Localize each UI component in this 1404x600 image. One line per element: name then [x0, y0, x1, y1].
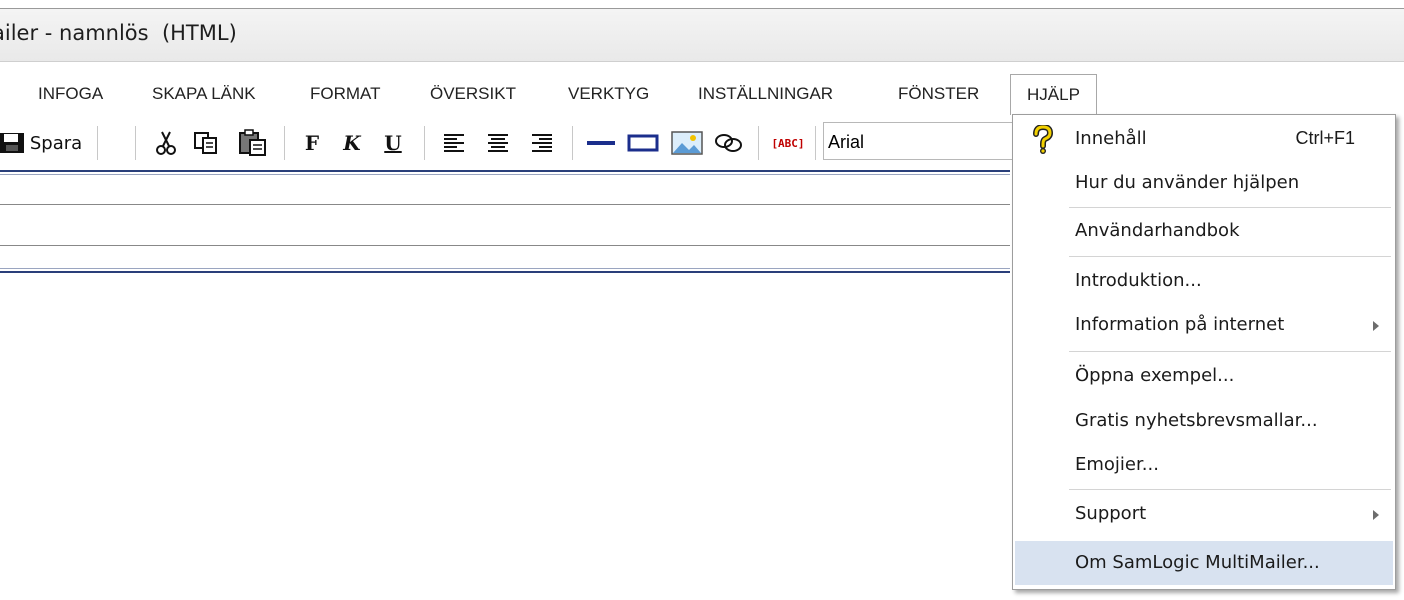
menu-divider: [1069, 351, 1391, 352]
paste-icon[interactable]: [236, 126, 270, 160]
bold-button[interactable]: F: [300, 126, 324, 160]
menu-item-label: Support: [1075, 503, 1147, 524]
rule-lower: [0, 245, 1010, 246]
menu-hjalp[interactable]: HJÄLP: [1010, 74, 1097, 115]
menu-item-label: Användarhandbok: [1075, 220, 1240, 241]
menu-item-gratis-nyhetsbrevsmallar[interactable]: Gratis nyhetsbrevsmallar...: [1013, 399, 1395, 443]
font-name-field[interactable]: Arial: [823, 122, 1023, 160]
help-menu: Innehåll Ctrl+F1 Hur du använder hjälpen…: [1012, 114, 1396, 590]
toolbar-separator: [815, 126, 816, 160]
menu-item-introduktion[interactable]: Introduktion...: [1013, 259, 1395, 303]
title-bar: ailer - namnlös (HTML): [0, 8, 1404, 62]
align-left-icon[interactable]: [440, 126, 468, 160]
menu-item-shortcut: Ctrl+F1: [1295, 128, 1355, 148]
window-title: ailer - namnlös (HTML): [0, 21, 237, 45]
menu-item-anvandarhandbok[interactable]: Användarhandbok: [1013, 210, 1395, 254]
menu-oversikt[interactable]: ÖVERSIKT: [430, 74, 516, 114]
rule-bottom: [0, 271, 1010, 273]
horizontal-line-icon[interactable]: [586, 126, 616, 160]
menu-item-label: Innehåll: [1075, 128, 1147, 149]
rule-middle: [0, 204, 1010, 205]
menu-item-label: Om SamLogic MultiMailer...: [1075, 552, 1320, 573]
align-center-icon[interactable]: [484, 126, 512, 160]
italic-button[interactable]: K: [340, 126, 364, 160]
rule-top: [0, 170, 1010, 172]
menu-divider: [1069, 256, 1391, 257]
submenu-arrow-icon: [1373, 321, 1379, 331]
submenu-arrow-icon: [1373, 510, 1379, 520]
rectangle-icon[interactable]: [626, 126, 660, 160]
menu-skapa-lank[interactable]: SKAPA LÄNK: [152, 74, 256, 114]
menu-item-emojier[interactable]: Emojier...: [1013, 444, 1395, 488]
menu-item-label: Information på internet: [1075, 314, 1285, 335]
spellcheck-icon[interactable]: [ABC]: [768, 126, 808, 160]
cut-icon[interactable]: [152, 126, 180, 160]
menu-item-label: Gratis nyhetsbrevsmallar...: [1075, 410, 1318, 431]
toolbar-separator: [424, 126, 425, 160]
toolbar-separator: [284, 126, 285, 160]
save-icon[interactable]: [0, 126, 26, 160]
menu-item-support[interactable]: Support: [1013, 493, 1395, 537]
menu-format[interactable]: FORMAT: [310, 74, 381, 114]
menu-divider: [1069, 207, 1391, 208]
menu-item-innehall[interactable]: Innehåll Ctrl+F1: [1013, 117, 1395, 161]
align-right-icon[interactable]: [528, 126, 556, 160]
toolbar-separator: [135, 126, 136, 160]
menu-verktyg[interactable]: VERKTYG: [568, 74, 649, 114]
menu-item-oppna-exempel[interactable]: Öppna exempel...: [1013, 355, 1395, 399]
toolbar-separator: [97, 126, 98, 160]
menu-item-label: Öppna exempel...: [1075, 365, 1235, 386]
menu-item-label: Emojier...: [1075, 454, 1159, 475]
image-icon[interactable]: [670, 126, 704, 160]
menu-item-label: Introduktion...: [1075, 270, 1202, 291]
menu-item-hur-du-anvander-hjalpen[interactable]: Hur du använder hjälpen: [1013, 161, 1395, 205]
copy-icon[interactable]: [190, 126, 222, 160]
menu-item-label: Hur du använder hjälpen: [1075, 172, 1300, 193]
toolbar-separator: [572, 126, 573, 160]
rule-top-light: [0, 174, 1010, 175]
menu-item-information-pa-internet[interactable]: Information på internet: [1013, 304, 1395, 348]
menu-installningar[interactable]: INSTÄLLNINGAR: [698, 74, 833, 114]
save-button[interactable]: Spara: [26, 126, 86, 160]
underline-button[interactable]: U: [381, 126, 405, 160]
rule-bottom-light: [0, 268, 1010, 269]
menu-infoga[interactable]: INFOGA: [38, 74, 103, 114]
menu-fonster[interactable]: FÖNSTER: [898, 74, 979, 114]
menu-bar: INFOGA SKAPA LÄNK FORMAT ÖVERSIKT VERKTY…: [0, 74, 1404, 115]
toolbar-separator: [758, 126, 759, 160]
menu-item-om-samlogic-multimailer[interactable]: Om SamLogic MultiMailer...: [1015, 541, 1393, 585]
menu-divider: [1069, 489, 1391, 490]
link-icon[interactable]: [712, 126, 746, 160]
